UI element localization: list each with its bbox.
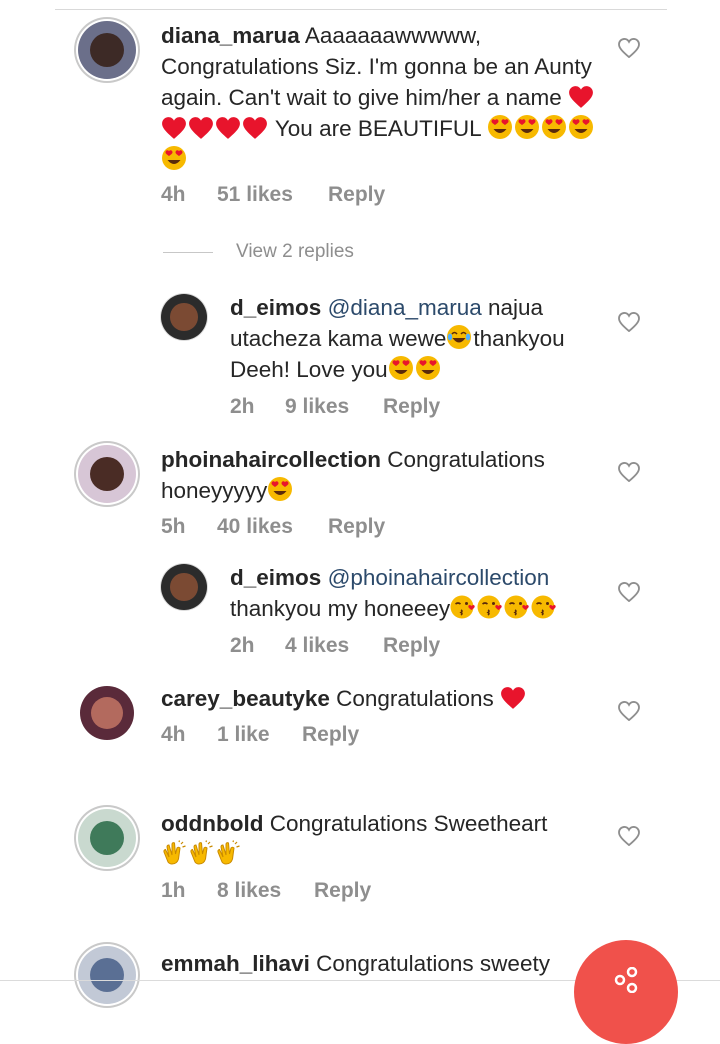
comment-body: Congratulations [329, 686, 500, 711]
avatar[interactable] [78, 946, 136, 1004]
reply-button[interactable]: Reply [314, 879, 371, 903]
comment-meta: 1h 8 likes Reply [161, 879, 371, 903]
heart-eyes-icon [161, 145, 187, 171]
comment-username[interactable]: d_eimos [230, 565, 321, 590]
comment-time: 2h [230, 634, 255, 657]
red-heart-icon [500, 686, 526, 710]
mention-link[interactable]: @phoinahaircollection [328, 565, 550, 590]
comment-time: 5h [161, 515, 186, 538]
comment-meta: 4h 51 likes Reply [161, 183, 385, 207]
comment-username[interactable]: d_eimos [230, 295, 321, 320]
comment-meta: 4h 1 like Reply [161, 723, 359, 747]
top-divider [55, 9, 667, 10]
comment-text: oddnbold Congratulations Sweetheart [161, 808, 601, 870]
likes-count[interactable]: 4 likes [285, 634, 383, 658]
heart-eyes-icon [487, 114, 513, 140]
comment-meta: 2h 4 likes Reply [230, 634, 440, 658]
comment-text: phoinahaircollection Congratulations hon… [161, 444, 601, 506]
red-heart-icon [568, 85, 594, 109]
comment-time: 1h [161, 879, 186, 902]
heart-eyes-icon [568, 114, 594, 140]
comment-text: emmah_lihavi Congratulations sweety [161, 948, 601, 979]
reply-button[interactable]: Reply [328, 515, 385, 539]
face-blowing-kiss-icon [531, 594, 557, 620]
comment-body: thankyou my honeeey [230, 596, 451, 621]
comment-body: Congratulations sweety [309, 951, 550, 976]
comment-meta: 5h 40 likes Reply [161, 515, 385, 539]
comment-meta: 2h 9 likes Reply [230, 395, 440, 419]
red-heart-icon [215, 116, 241, 140]
comment-username[interactable]: carey_beautyke [161, 686, 330, 711]
likes-count[interactable]: 9 likes [285, 395, 383, 419]
reply-button[interactable]: Reply [383, 634, 440, 658]
comment-body: Congratulations Sweetheart [263, 811, 548, 836]
like-heart-icon[interactable] [618, 461, 640, 484]
comment-time: 4h [161, 183, 186, 206]
clapping-hands-icon [215, 840, 241, 866]
comment-username[interactable]: oddnbold [161, 811, 263, 836]
like-heart-icon[interactable] [618, 311, 640, 334]
comment-text: d_eimos @diana_marua najua utacheza kama… [230, 292, 610, 385]
heart-eyes-icon [541, 114, 567, 140]
comment-body-continued: You are BEAUTIFUL [269, 116, 488, 141]
red-heart-icon [161, 116, 187, 140]
face-blowing-kiss-icon [477, 594, 503, 620]
likes-count[interactable]: 1 like [217, 723, 302, 747]
avatar[interactable] [78, 21, 136, 79]
avatar[interactable] [161, 294, 207, 340]
avatar[interactable] [78, 445, 136, 503]
share-icon [614, 967, 638, 993]
comment-username[interactable]: phoinahaircollection [161, 447, 381, 472]
reply-button[interactable]: Reply [328, 183, 385, 207]
like-heart-icon[interactable] [618, 581, 640, 604]
comment-text: d_eimos @phoinahaircollection thankyou my… [230, 562, 610, 624]
red-heart-icon [242, 116, 268, 140]
heart-eyes-icon [514, 114, 540, 140]
clapping-hands-icon [188, 840, 214, 866]
view-replies-button[interactable]: View 2 replies [236, 241, 354, 263]
heart-eyes-icon [267, 476, 293, 502]
share-fab-button[interactable] [574, 940, 678, 1044]
face-blowing-kiss-icon [504, 594, 530, 620]
likes-count[interactable]: 51 likes [217, 183, 328, 207]
comment-text: carey_beautyke Congratulations [161, 683, 601, 714]
red-heart-icon [188, 116, 214, 140]
heart-eyes-icon [415, 355, 441, 381]
comment-username[interactable]: diana_marua [161, 23, 300, 48]
like-heart-icon[interactable] [618, 700, 640, 723]
likes-count[interactable]: 40 likes [217, 515, 328, 539]
like-heart-icon[interactable] [618, 825, 640, 848]
comment-time: 4h [161, 723, 186, 746]
comment-time: 2h [230, 395, 255, 418]
reply-button[interactable]: Reply [302, 723, 359, 747]
replies-divider [163, 252, 213, 253]
clapping-hands-icon [161, 840, 187, 866]
tears-of-joy-icon [446, 324, 472, 350]
avatar[interactable] [80, 686, 134, 740]
avatar[interactable] [78, 809, 136, 867]
face-blowing-kiss-icon [450, 594, 476, 620]
comment-username[interactable]: emmah_lihavi [161, 951, 310, 976]
comment-text: diana_marua Aaaaaaawwwww, Congratulation… [161, 20, 601, 175]
avatar[interactable] [161, 564, 207, 610]
like-heart-icon[interactable] [618, 37, 640, 60]
likes-count[interactable]: 8 likes [217, 879, 314, 903]
mention-link[interactable]: @diana_marua [328, 295, 482, 320]
reply-button[interactable]: Reply [383, 395, 440, 419]
heart-eyes-icon [388, 355, 414, 381]
